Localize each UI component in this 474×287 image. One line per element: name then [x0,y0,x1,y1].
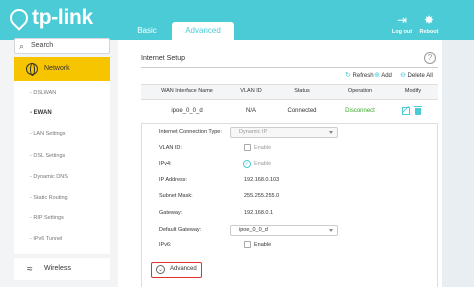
refresh-label: Refresh [352,73,374,79]
search-input[interactable]: ⌕ Search [14,38,110,54]
tab-basic[interactable]: Basic [125,22,169,40]
sidebar-item-label: Network [44,65,70,72]
delete-all-label: Delete All [407,73,433,79]
globe-icon [26,63,38,76]
vlan-id-label: VLAN ID: [159,145,182,151]
sidebar-item-dynamic-dns[interactable]: - Dynamic DNS [30,174,68,180]
add-button[interactable]: ⊕ Add [374,71,392,79]
sidebar-item-lan-settings[interactable]: - LAN Settings [30,131,65,137]
sidebar-item-rip-settings[interactable]: - RIP Settings [30,215,64,221]
column-header: Operation [347,88,373,94]
advanced-label: Advanced [170,266,197,272]
chevron-down-icon [329,229,333,232]
tp-link-logo: tp-link [6,5,93,31]
refresh-icon: ↻ [345,72,351,79]
sidebar-item-network[interactable]: Network [14,57,110,81]
logout-icon: ⇥ [396,13,408,27]
top-bar: tp-link Basic Advanced ⇥ Log out ✸ Reboo… [0,0,474,40]
ipv6-checkbox[interactable] [244,241,251,248]
subnet-mask-value: 255.255.255.0 [244,193,280,199]
sidebar-item-static-routing[interactable]: - Static Routing [30,195,68,201]
divider [141,67,438,68]
subnet-mask-label: Subnet Mask: [159,193,193,199]
add-icon: ⊕ [374,72,380,79]
chevron-down-icon [329,131,333,134]
column-header: Status [294,88,310,94]
column-header: WAN Interface Name [161,88,213,94]
delete-all-button[interactable]: ⊖ Delete All [400,71,433,79]
sidebar-item-dslwan[interactable]: - DSLWAN [30,90,56,96]
advanced-button[interactable]: ⌄ Advanced [151,262,202,278]
disconnect-link[interactable]: Disconnect [333,108,387,114]
column-header: Modify [404,88,422,94]
gateway-label: Gateway: [159,210,183,216]
ipv6-option: Enable [254,242,272,248]
default-gateway-value: ipoe_0_0_d [239,227,268,233]
ip-address-label: IP Address: [159,177,188,183]
edit-icon[interactable] [402,107,410,115]
vlan-id-checkbox[interactable] [244,144,251,151]
table-row: ipoe_0_0_d N/A Connected Disconnect [141,100,438,124]
gateway-value: 192.168.0.1 [244,210,274,216]
refresh-button[interactable]: ↻ Refresh [345,71,374,79]
tab-advanced[interactable]: Advanced [172,22,234,40]
trash-icon[interactable] [414,106,422,115]
sidebar-item-ipv6-tunnel[interactable]: - IPv6 Tunnel [30,236,62,242]
wan-interface-name: ipoe_0_0_d [171,108,203,114]
status-cell: Connected [287,108,317,114]
delete-all-icon: ⊖ [400,72,406,79]
vlan-id-cell: N/A [245,108,256,114]
ipv4-checkbox[interactable]: ✓ [243,160,251,168]
connection-type-value: Dynamic IP [239,129,268,135]
table-header: WAN Interface Name VLAN ID Status Operat… [141,84,438,100]
ipv4-option: Enable [254,161,272,167]
default-gateway-label: Default Gateway: [159,227,202,233]
network-submenu [14,81,110,254]
reboot-label: Reboot [419,29,439,35]
add-label: Add [381,73,392,79]
logout-button[interactable]: ⇥ Log out [389,14,415,35]
page-margin [442,40,474,287]
vlan-id-option: Enable [254,145,272,151]
search-placeholder: Search [31,42,54,49]
search-icon: ⌕ [19,41,25,51]
sidebar-item-dsl-settings[interactable]: - DSL Settings [30,153,65,159]
default-gateway-select[interactable]: ipoe_0_0_d [230,225,338,236]
brand-name: tp-link [32,6,93,29]
reboot-button[interactable]: ✸ Reboot [416,14,442,35]
tp-link-logo-icon [6,5,32,31]
sidebar-item-wireless[interactable]: ≈ Wireless [14,258,110,280]
ipv6-label: IPv6: [159,242,172,248]
reboot-icon: ✸ [423,13,435,27]
help-icon[interactable]: ? [424,52,436,64]
wifi-icon: ≈ [27,264,33,275]
ip-address-value: 192.168.0.103 [244,177,280,183]
column-header: VLAN ID [240,88,262,94]
logout-label: Log out [391,29,413,35]
connection-type-label: Internet Connection Type: [159,129,222,135]
ipv4-label: IPv4: [159,161,172,167]
sidebar-item-label: Wireless [44,265,71,272]
sidebar-item-ewan[interactable]: - EWAN [30,110,52,116]
page-title: Internet Setup [141,55,185,62]
connection-type-select[interactable]: Dynamic IP [230,127,338,138]
chevron-down-icon: ⌄ [156,265,165,274]
